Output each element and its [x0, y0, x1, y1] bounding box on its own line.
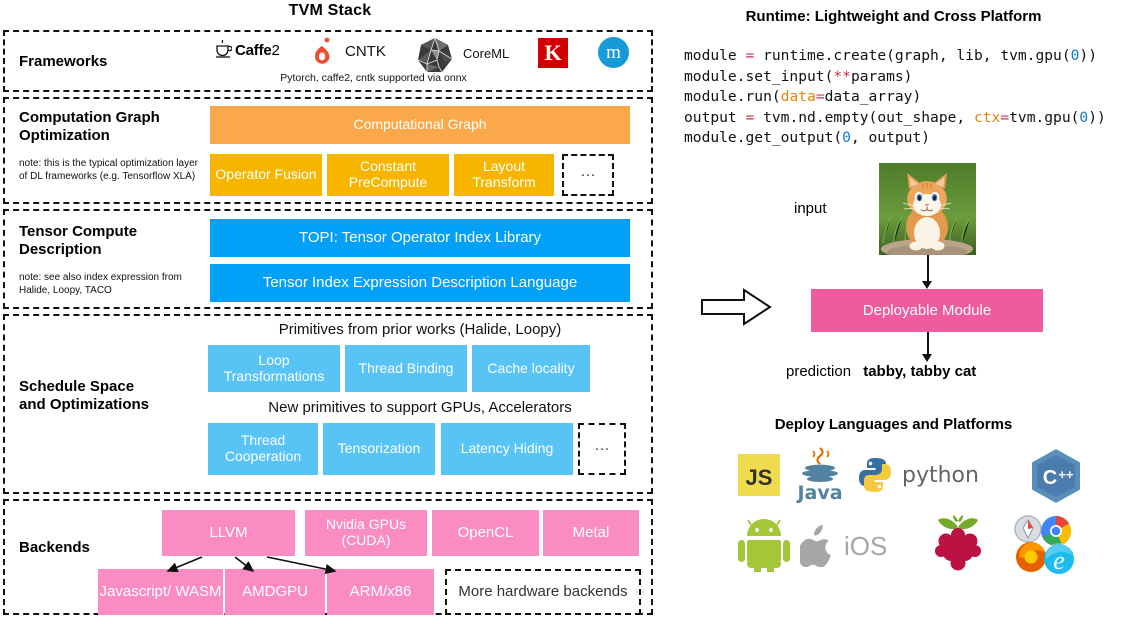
box-operator-fusion: Operator Fusion — [210, 154, 322, 196]
layer-cgo-note: note: this is the typical optimization l… — [19, 158, 198, 182]
java-label: Java — [797, 482, 843, 504]
tvm-stack-panel: TVM Stack Frameworks Caffe2 CNTK CoreML … — [0, 0, 660, 624]
layer-cgo-label-line2: Optimization — [19, 127, 110, 144]
cntk-label: CNTK — [345, 43, 386, 60]
onnx-support-note: Pytorch, caffe2, cntk supported via onnx — [280, 72, 467, 84]
javascript-label: JS — [738, 454, 780, 496]
box-llvm: LLVM — [162, 510, 295, 556]
layer-tcd-label-line1: Tensor Compute — [19, 223, 138, 240]
prediction-value: tabby, tabby cat — [863, 363, 977, 380]
runtime-panel: Runtime: Lightweight and Cross Platform … — [660, 0, 1127, 624]
schedule-caption-prior-works: Primitives from prior works (Halide, Loo… — [278, 321, 562, 338]
coreml-label: CoreML — [463, 46, 510, 61]
android-robot-icon — [738, 519, 790, 572]
deploy-logo-grid: JS Java python C ++ iOS e — [660, 440, 1127, 600]
input-label: input — [794, 200, 827, 217]
onnx-icon — [415, 36, 455, 76]
raspberry-icon — [935, 515, 981, 571]
layer-schedule-label-line1: Schedule Space — [19, 378, 135, 395]
apple-logo-icon — [800, 525, 831, 567]
mxnet-icon: m — [598, 37, 629, 68]
arrow-image-to-module-line — [927, 255, 929, 282]
box-javascript-wasm: Javascript/ WASM — [98, 569, 223, 615]
svg-text:++: ++ — [1058, 467, 1074, 482]
layer-tcd-label-line2: Description — [19, 241, 102, 258]
layer-computation-graph-optimization: Computation Graph Optimization note: thi… — [3, 97, 653, 204]
svg-text:C: C — [1043, 467, 1057, 489]
box-more-hardware-backends: More hardware backends — [445, 569, 641, 615]
kitten-photo-icon — [879, 163, 976, 255]
layer-frameworks-label: Frameworks — [19, 53, 108, 70]
box-amdgpu: AMDGPU — [225, 569, 325, 615]
java-steam-icon — [802, 447, 838, 482]
cplusplus-icon: C ++ — [1028, 448, 1084, 504]
deploy-title: Deploy Languages and Platforms — [774, 416, 1013, 433]
arrow-image-to-module-head — [922, 281, 932, 289]
python-label: python — [902, 462, 979, 488]
cpp-hex-icon: C ++ — [1032, 449, 1080, 503]
runtime-code-block: module = runtime.create(graph, lib, tvm.… — [684, 47, 1106, 147]
box-nvidia-gpus: Nvidia GPUs (CUDA) — [305, 510, 427, 556]
prediction-row: prediction tabby, tabby cat — [786, 363, 976, 380]
box-tensorization: Tensorization — [323, 423, 435, 475]
page-title: TVM Stack — [288, 2, 372, 19]
runtime-title: Runtime: Lightweight and Cross Platform — [745, 8, 1042, 25]
arrow-module-to-prediction-head — [922, 354, 932, 362]
svg-text:e: e — [1053, 546, 1065, 575]
pytorch-icon — [310, 36, 334, 66]
block-arrow-icon — [701, 288, 772, 326]
box-tensor-index-expression: Tensor Index Expression Description Lang… — [210, 264, 630, 302]
javascript-icon: JS — [736, 452, 782, 498]
layer-frameworks: Frameworks Caffe2 CNTK CoreML K m Pytorc… — [3, 30, 653, 92]
box-thread-cooperation: Thread Cooperation — [208, 423, 318, 475]
layer-schedule-space: Schedule Space and Optimizations Primiti… — [3, 314, 653, 494]
coreml-label-item: CoreML — [463, 46, 509, 61]
caffe2-label: Caffe2 — [235, 41, 280, 59]
cntk-label-item: CNTK — [345, 43, 386, 60]
java-icon: Java — [792, 446, 848, 504]
layer-backends-label: Backends — [19, 539, 90, 556]
python-snake-icon — [859, 458, 891, 492]
box-cgo-more: ··· — [562, 154, 614, 196]
layer-tcd-note: note: see also index expression from Hal… — [19, 272, 182, 296]
layer-tensor-compute-description: Tensor Compute Description note: see als… — [3, 209, 653, 309]
box-computational-graph: Computational Graph — [210, 106, 630, 144]
ios-icon: iOS — [800, 522, 910, 570]
mxnet-label: m — [598, 37, 629, 68]
box-thread-binding: Thread Binding — [345, 345, 467, 392]
android-icon — [736, 516, 792, 574]
onnx-polyhedron-icon — [417, 36, 453, 73]
box-opencl: OpenCL — [432, 510, 539, 556]
keras-icon: K — [538, 38, 568, 68]
box-schedule-more: ··· — [578, 423, 626, 475]
layer-backends: Backends LLVM Nvidia GPUs (CUDA) OpenCL … — [3, 499, 653, 615]
flow-block-arrow-icon — [700, 287, 772, 332]
browsers-icon: e — [1008, 514, 1080, 576]
box-topi: TOPI: Tensor Operator Index Library — [210, 219, 630, 257]
caffe2-icon: Caffe2 — [215, 40, 280, 60]
deployable-module-box: Deployable Module — [811, 289, 1043, 332]
tvm-stack-diagram: TVM Stack Frameworks Caffe2 CNTK CoreML … — [0, 0, 1127, 624]
prediction-label: prediction — [786, 363, 852, 380]
box-cache-locality: Cache locality — [472, 345, 590, 392]
box-loop-transformations: Loop Transformations — [208, 345, 340, 392]
input-image-cat — [879, 163, 976, 255]
layer-schedule-label-line2: and Optimizations — [19, 396, 150, 413]
ios-label: iOS — [844, 530, 888, 561]
browser-logos-icon: e — [1014, 515, 1074, 575]
schedule-caption-new-primitives: New primitives to support GPUs, Accelera… — [268, 399, 572, 416]
keras-label: K — [538, 38, 568, 68]
raspberry-pi-icon — [926, 514, 990, 576]
box-arm-x86: ARM/x86 — [327, 569, 434, 615]
box-layout-transform: Layout Transform — [454, 154, 554, 196]
caffe2-cup-icon — [216, 40, 232, 58]
pytorch-flame-icon — [315, 37, 330, 64]
arrow-module-to-prediction-line — [927, 332, 929, 355]
box-constant-precompute: Constant PreCompute — [327, 154, 449, 196]
box-metal: Metal — [543, 510, 639, 556]
python-icon: python — [856, 454, 1016, 496]
box-latency-hiding: Latency Hiding — [441, 423, 573, 475]
layer-cgo-label-line1: Computation Graph — [19, 109, 160, 126]
